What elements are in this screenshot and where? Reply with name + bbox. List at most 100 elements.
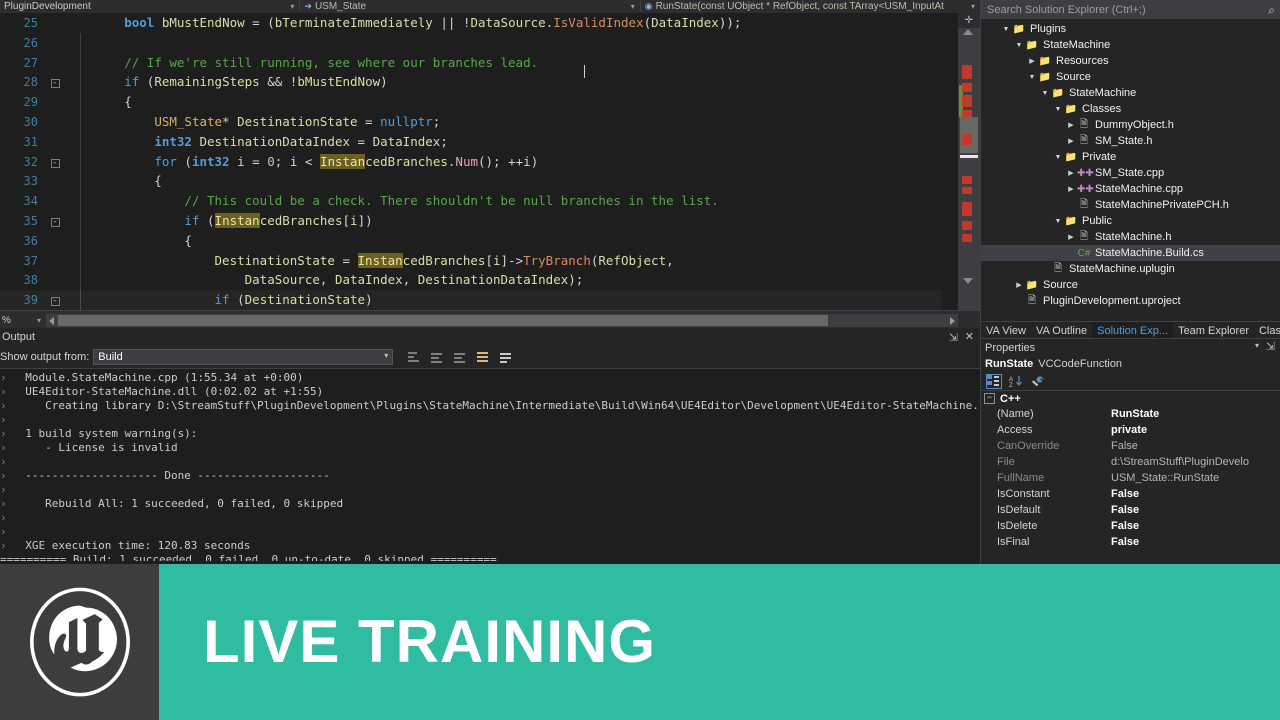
chevron-down-icon[interactable]: ▼ [1039, 90, 1051, 97]
split-view-icon[interactable]: ✛ [958, 13, 980, 28]
property-row[interactable]: (Name) RunState [981, 406, 1280, 422]
output-text-area[interactable]: › Module.StateMachine.cpp (1:55.34 at +0… [0, 369, 980, 561]
property-value[interactable]: d:\StreamStuff\PluginDevelo [1111, 456, 1280, 468]
code-line[interactable]: 38 DataSource, DataIndex, DestinationDat… [0, 270, 958, 291]
scroll-right-arrow-icon[interactable] [950, 316, 955, 325]
scope-selector[interactable]: ➜ USM_State ▾ [300, 0, 639, 13]
fold-toggle-icon[interactable]: - [50, 297, 60, 307]
scroll-down-arrow-icon[interactable] [963, 278, 973, 284]
property-value[interactable]: False [1111, 536, 1280, 548]
solution-explorer-search[interactable]: Search Solution Explorer (Ctrl+;) ⌕ [981, 0, 1280, 19]
property-row[interactable]: CanOverride False [981, 438, 1280, 454]
code-text-area[interactable]: 25 bool bMustEndNow = (bTerminateImmedia… [0, 13, 958, 310]
code-line[interactable]: 36 { [0, 230, 958, 251]
property-value[interactable]: False [1111, 440, 1280, 452]
tree-item-private[interactable]: ▼ 📁 Private [981, 149, 1280, 165]
chevron-right-icon[interactable]: ▶ [1065, 121, 1077, 129]
tree-item-plugins[interactable]: ▼ 📁 Plugins [981, 21, 1280, 37]
find-message-icon[interactable] [407, 350, 422, 365]
code-line[interactable]: 30 USM_State* DestinationState = nullptr… [0, 111, 958, 132]
toggle-word-wrap-icon[interactable] [499, 350, 514, 365]
tree-item-statemachine-build-cs[interactable]: C# StateMachine.Build.cs [981, 245, 1280, 261]
code-line[interactable]: 32 - for (int32 i = 0; i < InstancedBranc… [0, 151, 958, 172]
chevron-right-icon[interactable]: ▶ [1026, 57, 1038, 65]
pin-icon[interactable]: ⇲ [949, 331, 958, 344]
property-pages-icon[interactable] [1030, 375, 1044, 388]
solution-explorer-tree[interactable]: ▼ 📁 Plugins ▼ 📁 StateMachine ▶ 📁 Resources ▼ 📁 Sour… [981, 19, 1280, 321]
code-line[interactable]: 35 - if (InstancedBranches[i]) [0, 210, 958, 231]
chevron-down-icon[interactable]: ▾ [1255, 341, 1259, 350]
tree-item-sm-state-h[interactable]: ▶ 🗎 SM_State.h [981, 133, 1280, 149]
property-row[interactable]: IsFinal False [981, 534, 1280, 550]
code-line[interactable]: 29 { [0, 92, 958, 112]
chevron-right-icon[interactable]: ▶ [1013, 281, 1025, 289]
alphabetical-icon[interactable]: A Z [1009, 375, 1023, 389]
chevron-down-icon[interactable]: ▼ [1052, 106, 1064, 113]
code-line[interactable]: 34 // This could be a check. There shoul… [0, 191, 958, 211]
property-value[interactable]: False [1111, 504, 1280, 516]
editor-horizontal-scrollbar[interactable] [46, 313, 958, 327]
editor-vertical-scrollbar[interactable]: ✛ [958, 13, 980, 310]
go-to-next-icon[interactable] [453, 350, 468, 365]
properties-group-header[interactable]: − C++ [981, 391, 1280, 406]
code-line[interactable]: 33 { [0, 171, 958, 192]
property-row[interactable]: FullName USM_State::RunState [981, 470, 1280, 486]
fold-toggle-icon[interactable]: - [50, 217, 60, 227]
code-line[interactable]: 37 DestinationState = InstancedBranches[… [0, 250, 958, 271]
property-row[interactable]: IsConstant False [981, 486, 1280, 502]
tree-item-source[interactable]: ▼ 📁 Source [981, 69, 1280, 85]
tree-item-resources[interactable]: ▶ 📁 Resources [981, 53, 1280, 69]
chevron-down-icon[interactable]: ▼ [1000, 26, 1012, 33]
fold-toggle-icon[interactable]: - [50, 158, 60, 168]
tree-item-public[interactable]: ▼ 📁 Public [981, 213, 1280, 229]
code-line[interactable]: 28 - if (RemainingSteps && !bMustEndNow) [0, 72, 958, 93]
property-value[interactable]: RunState [1111, 408, 1280, 420]
tree-item-statemachineprivatepch-h[interactable]: 🗎 StateMachinePrivatePCH.h [981, 197, 1280, 213]
tree-item-statemachine[interactable]: ▼ 📁 StateMachine [981, 37, 1280, 53]
member-selector[interactable]: ◉ RunState(const UObject * RefObject, co… [641, 0, 980, 13]
pin-icon[interactable]: ⇲ [1266, 340, 1275, 353]
scroll-up-arrow-icon[interactable] [963, 29, 973, 35]
property-row[interactable]: IsDefault False [981, 502, 1280, 518]
code-line[interactable]: 26 [0, 32, 958, 53]
tree-item-dummyobject-h[interactable]: ▶ 🗎 DummyObject.h [981, 117, 1280, 133]
scroll-left-arrow-icon[interactable] [49, 316, 54, 325]
chevron-down-icon[interactable]: ▼ [1013, 42, 1025, 49]
tree-item-plugindevelopment-uproject[interactable]: 🗎 PluginDevelopment.uproject [981, 293, 1280, 309]
tree-item-statemachine[interactable]: ▼ 📁 StateMachine [981, 85, 1280, 101]
tree-item-statemachine-uplugin[interactable]: 🗎 StateMachine.uplugin [981, 261, 1280, 277]
code-editor[interactable]: 25 bool bMustEndNow = (bTerminateImmedia… [0, 13, 980, 310]
code-line[interactable]: 27 // If we're still running, see where … [0, 52, 958, 73]
chevron-right-icon[interactable]: ▶ [1065, 169, 1077, 177]
search-input[interactable]: Search Solution Explorer (Ctrl+;) [982, 4, 1146, 16]
zoom-chevron-down-icon[interactable]: ▾ [32, 316, 46, 325]
project-selector[interactable]: PluginDevelopment ▾ [0, 0, 299, 13]
tree-item-statemachine-h[interactable]: ▶ 🗎 StateMachine.h [981, 229, 1280, 245]
fold-toggle-icon[interactable]: - [50, 79, 60, 89]
property-value[interactable]: False [1111, 520, 1280, 532]
code-line[interactable]: 31 int32 DestinationDataIndex = DataInde… [0, 131, 958, 152]
output-source-select[interactable]: Build ▾ [93, 349, 394, 365]
code-line[interactable]: 25 bool bMustEndNow = (bTerminateImmedia… [0, 13, 958, 33]
chevron-right-icon[interactable]: ▶ [1065, 185, 1077, 193]
hscrollbar-thumb[interactable] [58, 314, 828, 326]
clear-all-icon[interactable] [476, 350, 491, 365]
categorized-icon[interactable] [986, 373, 1002, 389]
tree-item-source[interactable]: ▶ 📁 Source [981, 277, 1280, 293]
property-value[interactable]: False [1111, 488, 1280, 500]
code-line[interactable]: 39 - if (DestinationState) [0, 290, 958, 310]
chevron-right-icon[interactable]: ▶ [1065, 233, 1077, 241]
property-value[interactable]: private [1111, 424, 1280, 436]
chevron-down-icon[interactable]: ▼ [1052, 154, 1064, 161]
search-icon[interactable]: ⌕ [1268, 3, 1275, 18]
chevron-down-icon[interactable]: ▼ [1026, 74, 1038, 81]
property-row[interactable]: Access private [981, 422, 1280, 438]
chevron-down-icon[interactable]: ▼ [1052, 218, 1064, 225]
close-icon[interactable]: ✕ [965, 330, 974, 343]
tree-item-statemachine-cpp[interactable]: ▶ ✚✚ StateMachine.cpp [981, 181, 1280, 197]
collapse-icon[interactable]: − [984, 393, 995, 404]
tree-item-sm-state-cpp[interactable]: ▶ ✚✚ SM_State.cpp [981, 165, 1280, 181]
fold-margin[interactable]: - [46, 293, 64, 310]
property-row[interactable]: File d:\StreamStuff\PluginDevelo [981, 454, 1280, 470]
property-value[interactable]: USM_State::RunState [1111, 472, 1280, 484]
